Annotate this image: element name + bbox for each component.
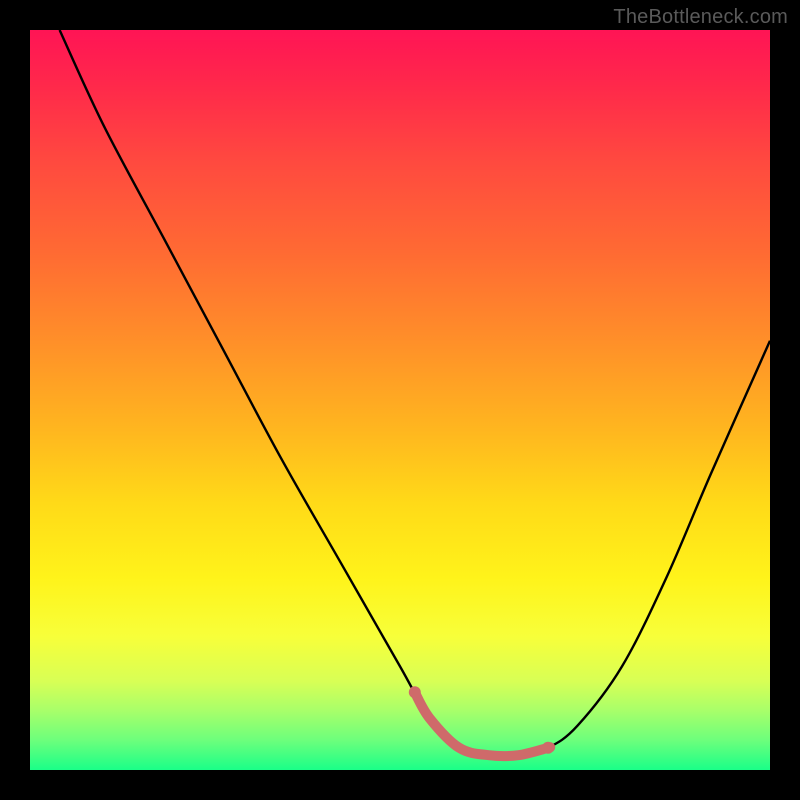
chart-frame: TheBottleneck.com — [0, 0, 800, 800]
highlight-dot-right — [542, 742, 554, 754]
curve-highlight — [415, 692, 550, 756]
curve-line — [60, 30, 770, 756]
highlight-dot-left — [409, 686, 421, 698]
watermark-text: TheBottleneck.com — [613, 6, 788, 29]
bottleneck-curve — [30, 30, 770, 770]
plot-area — [30, 30, 770, 770]
